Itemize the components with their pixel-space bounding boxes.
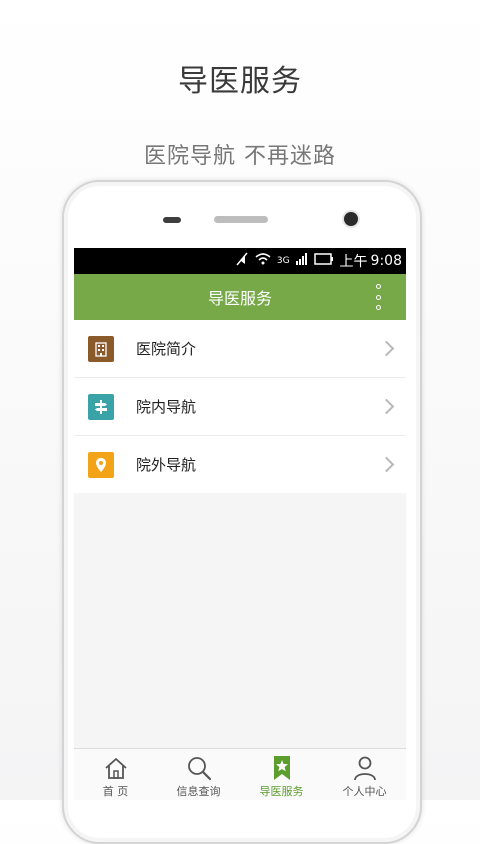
tab-label: 导医服务 (259, 785, 304, 798)
promo-subtitle: 医院导航 不再迷路 (144, 144, 336, 169)
time-prefix: 上午 (339, 254, 368, 270)
tab-home[interactable]: 首 页 (74, 749, 157, 800)
menu-item-label: 院内导航 (136, 398, 197, 416)
service-menu: 医院简介 院内导航 院外导航 (74, 320, 406, 493)
mute-icon (235, 252, 249, 270)
battery-icon (313, 253, 334, 269)
person-icon (353, 756, 376, 781)
wifi-icon (255, 253, 271, 269)
earpiece-speaker (214, 216, 268, 223)
menu-item-hospital-intro[interactable]: 医院简介 (74, 320, 406, 378)
bottom-tab-bar: 首 页 信息查询 导医服务 个人中心 (74, 748, 406, 800)
app-bar: 导医服务 (74, 274, 406, 320)
status-time: 9:08 (370, 253, 402, 269)
tab-info-query[interactable]: 信息查询 (157, 749, 240, 800)
tab-personal-center[interactable]: 个人中心 (323, 749, 406, 800)
menu-item-outdoor-navigation[interactable]: 院外导航 (74, 436, 406, 493)
search-icon (187, 757, 211, 781)
more-vertical-icon[interactable] (374, 284, 382, 310)
bookmark-star-icon (273, 756, 290, 780)
sensor-dot (163, 217, 181, 223)
tab-label: 个人中心 (342, 785, 387, 798)
signal-icon (295, 253, 308, 269)
home-icon (104, 758, 127, 779)
chevron-right-icon (378, 398, 395, 415)
menu-item-label: 院外导航 (136, 456, 197, 474)
network-type-label: 3G (276, 256, 290, 266)
promo-title: 导医服务 (178, 64, 302, 99)
tab-guide-service[interactable]: 导医服务 (240, 749, 323, 800)
menu-item-indoor-navigation[interactable]: 院内导航 (74, 378, 406, 436)
building-icon (88, 335, 114, 362)
chevron-right-icon (378, 456, 395, 473)
menu-item-label: 医院简介 (136, 340, 197, 358)
location-pin-icon (88, 451, 114, 478)
phone-screen: 3G 上午 9:08 导医服务 医院简介 院内导航 院外导航 首 页 信息查询 … (74, 248, 406, 800)
signpost-icon (88, 393, 114, 420)
front-camera (344, 212, 358, 226)
status-bar: 3G 上午 9:08 (74, 248, 406, 274)
tab-label: 信息查询 (176, 785, 221, 798)
tab-label: 首 页 (102, 785, 129, 798)
chevron-right-icon (378, 340, 395, 357)
page-title: 导医服务 (207, 289, 272, 308)
